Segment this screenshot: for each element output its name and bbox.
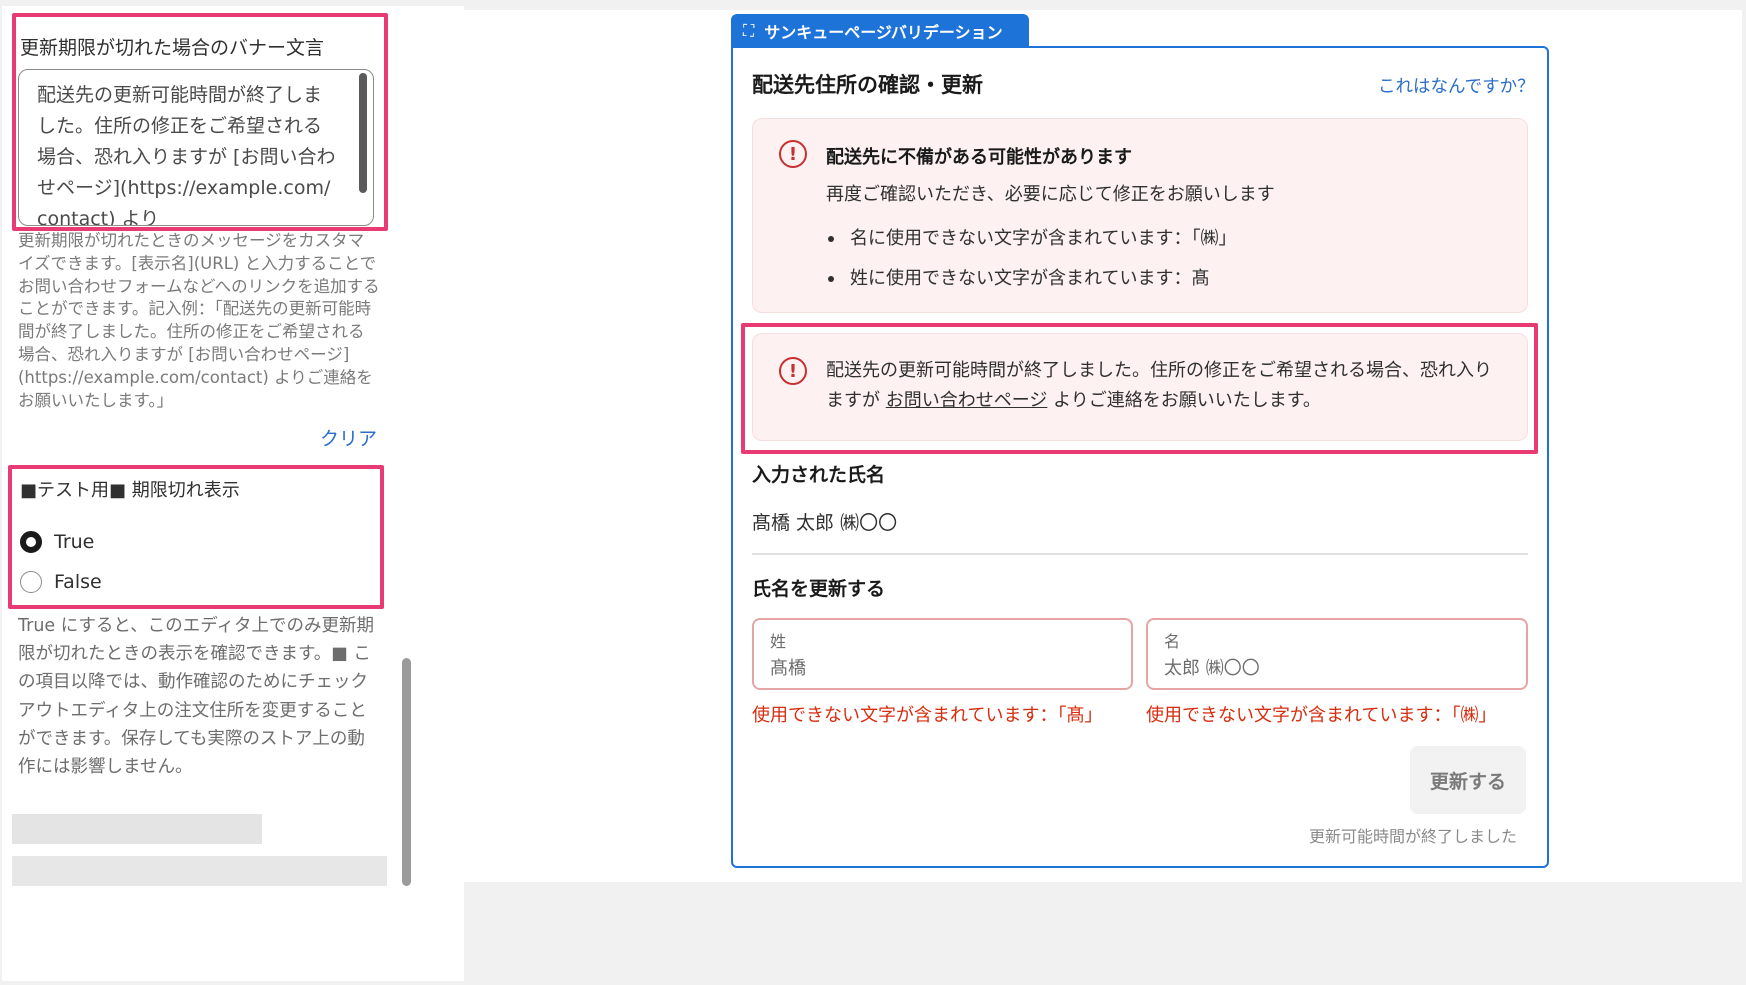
expired-banner-text-after: よりご連絡をお願いいたします。 <box>1047 390 1321 411</box>
radio-option-true[interactable]: True <box>20 531 94 553</box>
extension-tag-label: サンキューページバリデーション <box>764 23 1003 42</box>
help-link[interactable]: これはなんですか？ <box>1378 73 1535 98</box>
radio-option-false[interactable]: False <box>20 571 102 593</box>
last-name-input[interactable]: 姓 髙橋 <box>752 618 1133 690</box>
warning-banner-description: 再度ご確認いただき、必要に応じて修正をお願いします <box>826 184 1275 205</box>
test-field-label: ■テスト用■ 期限切れ表示 <box>20 480 240 501</box>
last-name-value: 髙橋 <box>770 658 806 679</box>
entered-name-value: 髙橋 太郎 ㈱〇〇 <box>752 512 898 534</box>
screen: 更新期限が切れた場合のバナー文言 配送先の更新可能時間が終了しました。住所の修正… <box>0 0 1746 985</box>
alert-circle-icon: ! <box>779 140 807 168</box>
update-name-heading: 氏名を更新する <box>752 578 886 600</box>
blurred-content-2 <box>12 856 387 886</box>
warning-item-2: 姓に使用できない文字が含まれています：髙 <box>850 268 1210 289</box>
radio-true-checked[interactable] <box>20 531 42 553</box>
clear-button[interactable]: クリア <box>320 424 377 451</box>
blurred-content <box>12 814 262 844</box>
contact-page-link[interactable]: お問い合わせページ <box>886 390 1048 411</box>
update-button[interactable]: 更新する <box>1410 746 1526 814</box>
alert-circle-icon: ! <box>779 357 807 385</box>
card-title: 配送先住所の確認・更新 <box>752 73 983 97</box>
test-help-text: True にすると、このエディタ上でのみ更新期限が切れたときの表示を確認できます… <box>18 616 374 778</box>
textarea-scrollbar[interactable] <box>359 73 367 193</box>
bullet-icon <box>828 276 834 282</box>
first-name-input[interactable]: 名 太郎 ㈱〇〇 <box>1146 618 1528 690</box>
banner-message-textarea[interactable]: 配送先の更新可能時間が終了しました。住所の修正をご希望される場合、恐れ入りますが… <box>18 69 374 226</box>
first-name-value: 太郎 ㈱〇〇 <box>1164 658 1260 679</box>
last-name-error: 使用できない文字が含まれています：「髙」 <box>752 705 1103 726</box>
bullet-icon <box>828 236 834 242</box>
first-name-error: 使用できない文字が含まれています：「㈱」 <box>1146 705 1497 726</box>
radio-true-label: True <box>54 531 95 553</box>
banner-help-text: 更新期限が切れたときのメッセージをカスタマイズできます。[表示名](URL) と… <box>18 231 380 410</box>
entered-name-heading: 入力された氏名 <box>752 464 886 486</box>
expired-note: 更新可能時間が終了しました <box>1309 827 1518 846</box>
warning-item-1: 名に使用できない文字が含まれています：「㈱」 <box>850 228 1237 249</box>
extension-tag: ⛶ サンキューページバリデーション <box>731 14 1029 48</box>
expand-icon: ⛶ <box>743 21 755 40</box>
radio-false-unchecked[interactable] <box>20 571 42 593</box>
radio-false-label: False <box>54 571 102 593</box>
warning-banner-title: 配送先に不備がある可能性があります <box>826 147 1132 168</box>
last-name-label: 姓 <box>770 632 787 651</box>
first-name-label: 名 <box>1164 632 1181 651</box>
settings-panel: 更新期限が切れた場合のバナー文言 配送先の更新可能時間が終了しました。住所の修正… <box>2 6 464 981</box>
panel-scrollbar[interactable] <box>402 658 411 886</box>
divider <box>752 553 1528 555</box>
expired-banner-message: 配送先の更新可能時間が終了しました。住所の修正をご希望される場合、恐れ入りますが… <box>826 356 1506 416</box>
banner-field-label: 更新期限が切れた場合のバナー文言 <box>20 37 325 59</box>
